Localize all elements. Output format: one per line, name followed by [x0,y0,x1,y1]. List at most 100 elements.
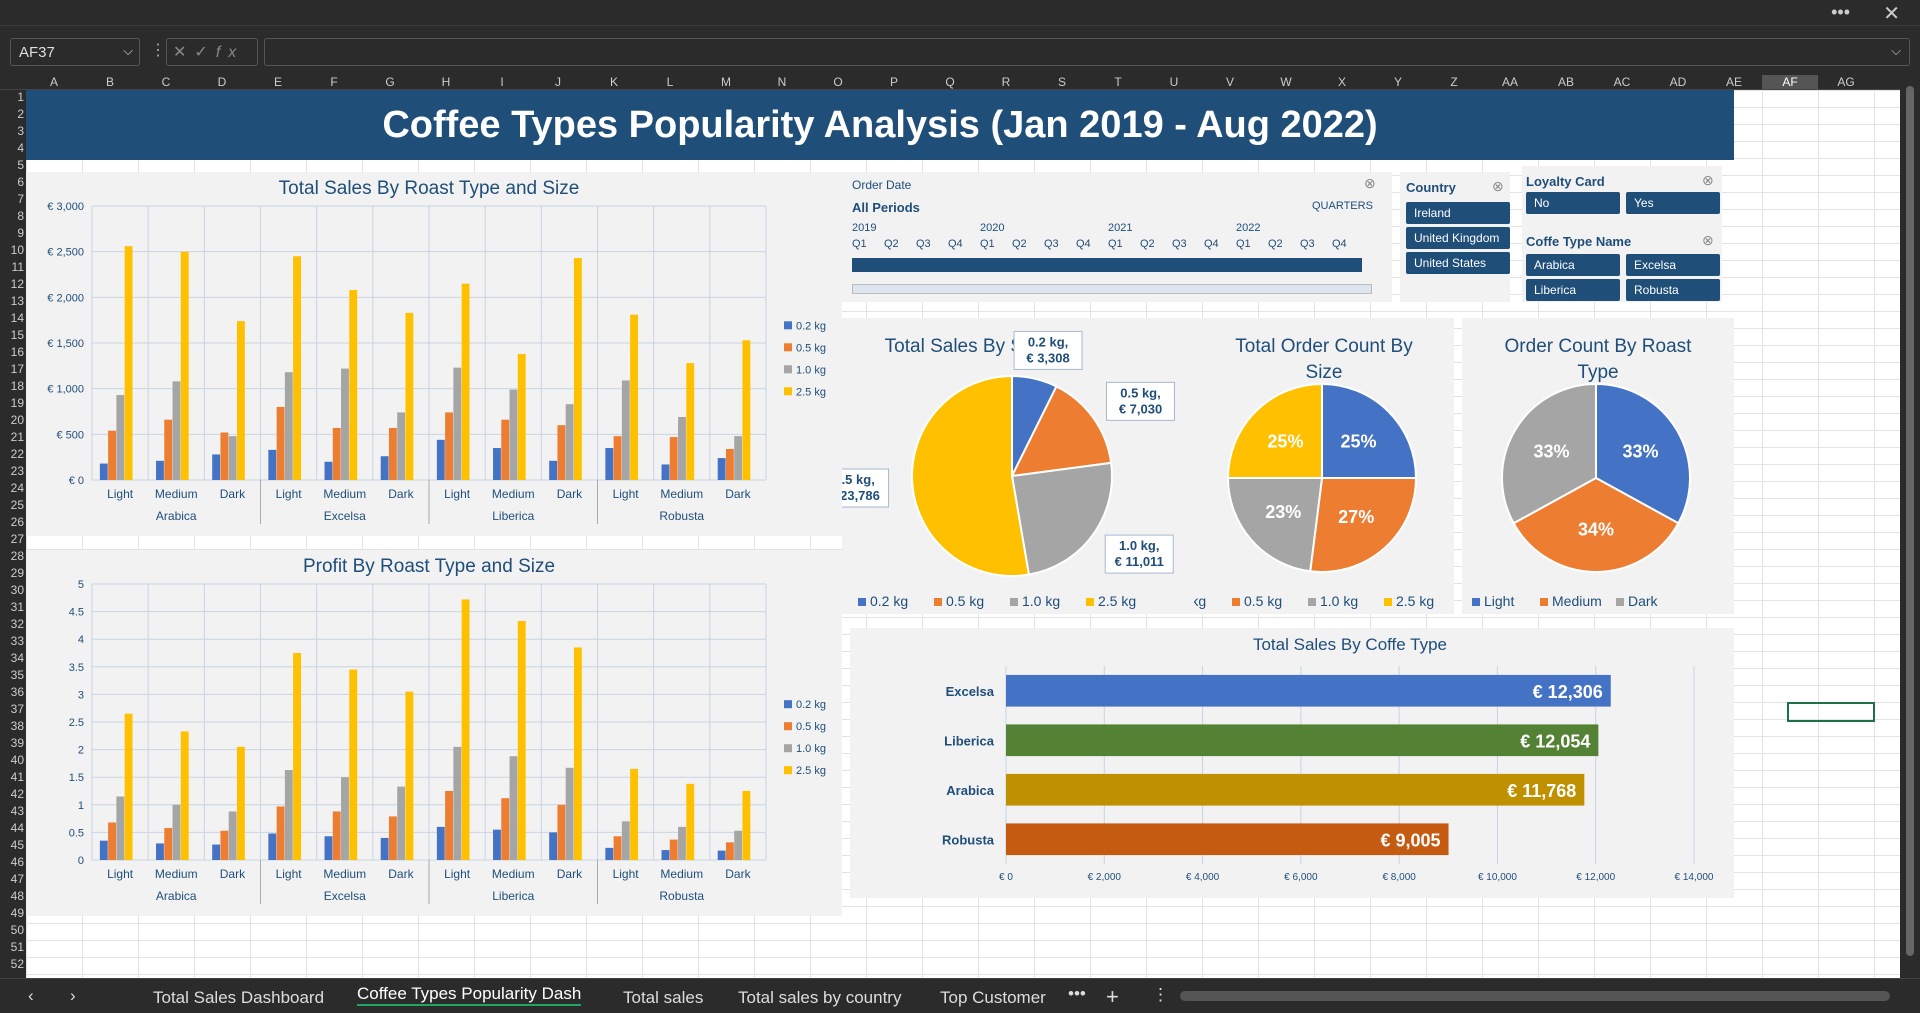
timeline-quarter[interactable]: Q3 [1172,238,1187,250]
timeline-range-bar[interactable] [852,258,1362,272]
timeline-quarter[interactable]: Q2 [1140,238,1155,250]
slicer-item-united-states[interactable]: United States [1406,252,1510,274]
order-count-size-panel[interactable]: Total Order Count By Size 25% 27% 23% 25% 0.2 … [1156,318,1454,614]
timeline-quarter[interactable]: Q4 [948,238,963,250]
column-header[interactable]: Z [1426,75,1482,89]
timeline-quarter[interactable]: Q1 [1108,238,1123,250]
row-header[interactable]: 41 [0,770,24,784]
timeline-unit[interactable]: QUARTERS [1312,200,1373,212]
vertical-scrollbar[interactable] [1900,74,1920,978]
column-header[interactable]: AA [1482,75,1538,89]
row-header[interactable]: 36 [0,685,24,699]
row-header[interactable]: 16 [0,345,24,359]
slicer-item-robusta[interactable]: Robusta [1626,279,1720,301]
row-header[interactable]: 29 [0,566,24,580]
timeline-quarter[interactable]: Q3 [916,238,931,250]
row-header[interactable]: 1 [0,90,24,104]
row-header[interactable]: 51 [0,940,24,954]
slicer-item-united-kingdom[interactable]: United Kingdom [1406,227,1510,249]
column-header[interactable]: AC [1594,75,1650,89]
timeline-quarter[interactable]: Q1 [1236,238,1251,250]
column-header[interactable]: Q [922,75,978,89]
row-header[interactable]: 10 [0,243,24,257]
row-header[interactable]: 5 [0,158,24,172]
row-header[interactable]: 21 [0,430,24,444]
row-header[interactable]: 42 [0,787,24,801]
horizontal-scrollbar[interactable] [1180,991,1890,1001]
column-header[interactable]: V [1202,75,1258,89]
expand-icon[interactable]: ⌵ [1891,43,1901,59]
worksheet-grid[interactable]: Coffee Types Popularity Analysis (Jan 20… [26,90,1900,978]
row-header[interactable]: 8 [0,209,24,223]
add-sheet-icon[interactable]: + [1106,984,1119,1010]
row-header[interactable]: 13 [0,294,24,308]
column-header[interactable]: W [1258,75,1314,89]
row-header[interactable]: 48 [0,889,24,903]
row-header[interactable]: 26 [0,515,24,529]
column-header[interactable]: R [978,75,1034,89]
column-header[interactable]: G [362,75,418,89]
row-header[interactable]: 52 [0,957,24,971]
slicer-item-no[interactable]: No [1526,192,1620,214]
slicer-item-liberica[interactable]: Liberica [1526,279,1620,301]
column-header[interactable]: O [810,75,866,89]
row-header[interactable]: 35 [0,668,24,682]
column-header[interactable]: L [642,75,698,89]
column-header[interactable]: J [530,75,586,89]
column-header[interactable]: U [1146,75,1202,89]
clear-filter-icon[interactable]: ⊗ [1364,175,1376,192]
row-header[interactable]: 15 [0,328,24,342]
timeline-quarter[interactable]: Q3 [1300,238,1315,250]
row-header[interactable]: 2 [0,107,24,121]
timeline-quarter[interactable]: Q4 [1076,238,1091,250]
column-header[interactable]: Y [1370,75,1426,89]
timeline-quarter[interactable]: Q4 [1332,238,1347,250]
row-header[interactable]: 7 [0,192,24,206]
row-header[interactable]: 45 [0,838,24,852]
column-header[interactable]: E [250,75,306,89]
column-header[interactable]: H [418,75,474,89]
formula-input[interactable]: ⌵ [264,38,1910,66]
row-header[interactable]: 44 [0,821,24,835]
column-header[interactable]: AE [1706,75,1762,89]
row-header[interactable]: 23 [0,464,24,478]
slicer-item-excelsa[interactable]: Excelsa [1626,254,1720,276]
total-sales-chart-panel[interactable]: Total Sales By Roast Type and Size € 0 € 5… [26,172,842,536]
tab-top-customer[interactable]: Top Customer [940,988,1046,1008]
column-header[interactable]: I [474,75,530,89]
tab-total-sales-dashboard[interactable]: Total Sales Dashboard [153,988,324,1008]
column-header[interactable]: D [194,75,250,89]
row-header[interactable]: 28 [0,549,24,563]
column-header[interactable]: AB [1538,75,1594,89]
column-header[interactable]: C [138,75,194,89]
cancel-icon[interactable]: ✕ [173,44,194,61]
slicer-item-ireland[interactable]: Ireland [1406,202,1510,224]
clear-filter-icon[interactable]: ⊗ [1702,172,1714,189]
row-header[interactable]: 37 [0,702,24,716]
row-header[interactable]: 12 [0,277,24,291]
row-header[interactable]: 46 [0,855,24,869]
column-header[interactable]: N [754,75,810,89]
sales-by-type-panel[interactable]: Total Sales By Coffe Type € 0 € 2,000 € 4,0… [850,628,1734,898]
timeline-quarter[interactable]: Q2 [1012,238,1027,250]
row-header[interactable]: 22 [0,447,24,461]
row-header[interactable]: 20 [0,413,24,427]
function-icon[interactable]: fx [216,44,244,61]
row-header[interactable]: 6 [0,175,24,189]
column-header[interactable]: X [1314,75,1370,89]
row-header[interactable]: 25 [0,498,24,512]
row-header[interactable]: 49 [0,906,24,920]
slicer-item-yes[interactable]: Yes [1626,192,1720,214]
order-count-roast-panel[interactable]: Order Count By Roast Type 33% 34% 33% Light Me… [1462,318,1734,614]
name-box[interactable]: AF37 ⌵ [10,38,140,66]
timeline-quarter[interactable]: Q4 [1204,238,1219,250]
row-header[interactable]: 30 [0,583,24,597]
prev-sheet-icon[interactable]: ‹ [28,986,34,1006]
sheet-options-icon[interactable]: ⋮ [1152,985,1169,1005]
chevron-down-icon[interactable]: ⌵ [123,43,133,59]
row-header[interactable]: 50 [0,923,24,937]
row-header[interactable]: 34 [0,651,24,665]
row-header[interactable]: 43 [0,804,24,818]
column-header[interactable]: P [866,75,922,89]
column-header[interactable]: AG [1818,75,1874,89]
